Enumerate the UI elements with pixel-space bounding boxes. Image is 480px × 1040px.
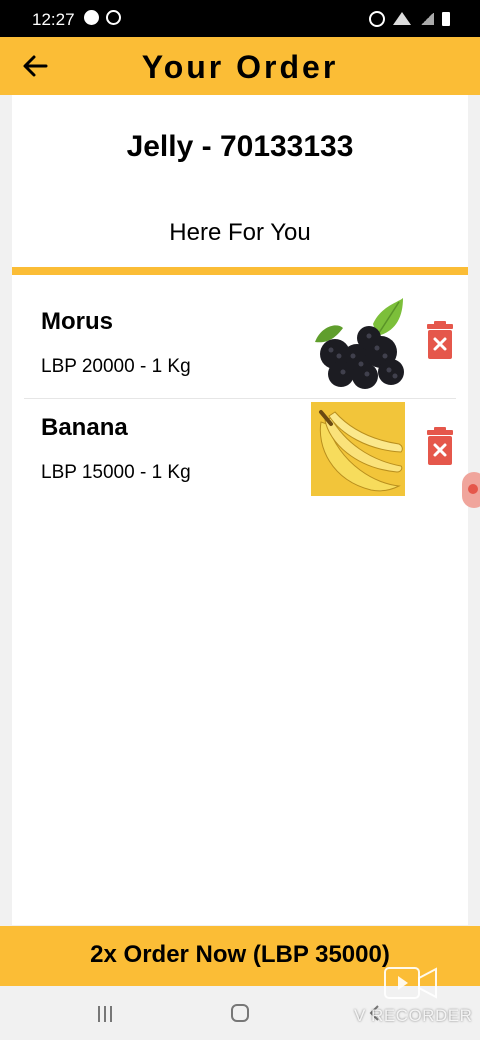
wifi-icon [393, 12, 412, 26]
delete-item-button[interactable] [425, 426, 455, 466]
header-divider [12, 267, 468, 275]
delete-item-button[interactable] [425, 320, 455, 360]
trash-icon [427, 427, 453, 465]
account-notification-icon [106, 10, 121, 25]
blackberries-image [311, 296, 405, 390]
store-subtitle: Here For You [169, 219, 311, 246]
battery-icon [442, 11, 450, 26]
order-now-label: 2x Order Now (LBP 35000) [90, 941, 390, 968]
home-button[interactable] [231, 1004, 249, 1022]
bananas-image [311, 402, 405, 496]
item-price: LBP 20000 - 1 Kg [41, 356, 191, 377]
floating-record-handle[interactable] [462, 472, 480, 508]
video-recorder-icon [384, 966, 438, 1000]
app-notification-icon [84, 10, 99, 25]
store-name: Jelly - 70133133 [126, 130, 354, 163]
item-name: Banana [41, 414, 128, 441]
order-content: Jelly - 70133133 Here For You Morus LBP … [12, 95, 468, 925]
signal-icon [419, 12, 434, 25]
watermark-text: V RECORDER [354, 1006, 473, 1025]
trash-icon [427, 321, 453, 359]
list-item: Banana LBP 15000 - 1 Kg [24, 397, 456, 497]
page-title: Your Order [141, 49, 339, 85]
status-indicators [365, 10, 450, 27]
recent-apps-button[interactable] [98, 1006, 118, 1022]
list-item: Morus LBP 20000 - 1 Kg [24, 291, 456, 391]
alarm-icon [368, 10, 385, 27]
item-price: LBP 15000 - 1 Kg [41, 462, 191, 483]
status-bar: 12:27 [0, 0, 480, 37]
app-bar: Your Order [0, 37, 480, 95]
status-time: 12:27 [32, 10, 75, 29]
item-name: Morus [41, 308, 113, 335]
